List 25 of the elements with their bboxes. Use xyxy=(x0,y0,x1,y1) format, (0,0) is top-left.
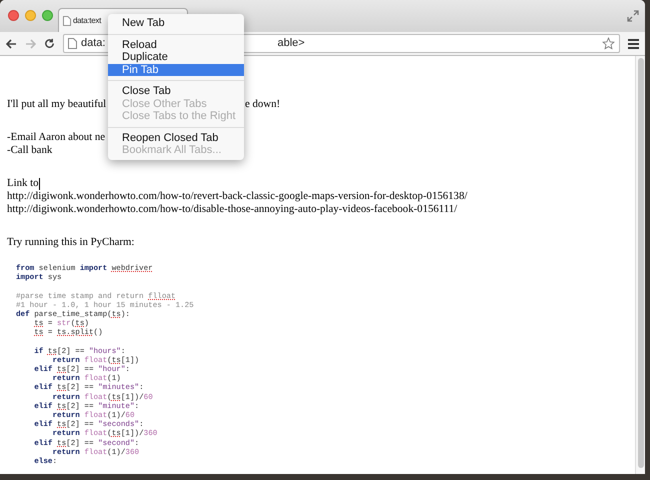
menu-item[interactable]: Reopen Closed Tab xyxy=(108,132,244,144)
scrollbar[interactable] xyxy=(635,56,645,474)
page-text: http://digiwonk.wonderhowto.com/how-to/revert-back-classic-google-maps-version-for-desktop-0156138/ xyxy=(7,190,468,203)
reload-icon[interactable] xyxy=(44,38,55,49)
page-icon xyxy=(63,16,71,26)
fullscreen-icon[interactable] xyxy=(627,10,639,22)
text-caret xyxy=(38,178,40,190)
minimize-window-icon[interactable] xyxy=(25,10,36,21)
menu-item[interactable]: Reload xyxy=(108,38,244,51)
page-text: -Email Aaron about ne xyxy=(7,131,106,144)
menu-item[interactable]: Duplicate xyxy=(108,51,244,64)
page-text: e down! xyxy=(245,98,280,111)
page-text: Try running this in PyCharm: xyxy=(7,236,134,249)
page-text: -Call bank xyxy=(7,144,52,157)
menu-item[interactable]: Close Tab xyxy=(108,85,244,98)
close-window-icon[interactable] xyxy=(8,10,19,21)
back-icon[interactable] xyxy=(6,38,17,48)
menu-icon[interactable] xyxy=(628,38,639,48)
page-text: I'll put all my beautiful xyxy=(7,98,106,110)
zoom-window-icon[interactable] xyxy=(42,10,53,21)
star-icon[interactable] xyxy=(602,37,615,50)
page-text: Link to xyxy=(7,177,38,190)
menu-item[interactable]: Pin Tab xyxy=(108,64,244,76)
page-text: http://digiwonk.wonderhowto.com/how-to/disable-those-annoying-auto-play-videos-facebook-0156111/ xyxy=(7,203,458,216)
page-icon xyxy=(68,38,77,49)
